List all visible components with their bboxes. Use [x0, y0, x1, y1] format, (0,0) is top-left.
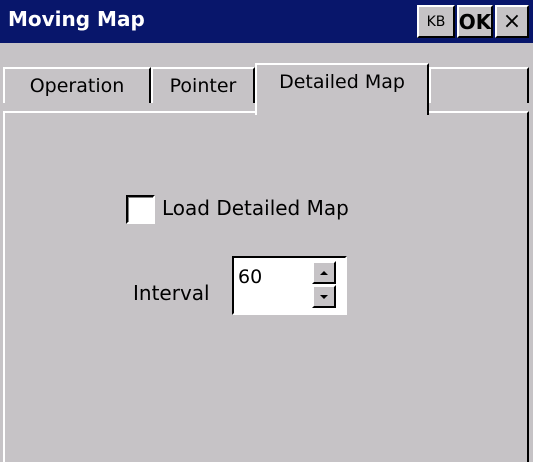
close-icon: ×: [502, 8, 522, 34]
load-detailed-map-label[interactable]: Load Detailed Map: [162, 196, 349, 220]
keyboard-button[interactable]: KB: [417, 5, 455, 38]
ok-button-label: OK: [458, 9, 492, 34]
tab-pointer-label: Pointer: [169, 75, 237, 97]
interval-stepper[interactable]: 60: [232, 256, 347, 315]
tab-detailed-map-label: Detailed Map: [279, 71, 405, 93]
interval-decrement-button[interactable]: [312, 285, 336, 308]
tab-operation-label: Operation: [29, 75, 125, 97]
tab-pointer[interactable]: Pointer: [151, 67, 255, 103]
interval-value[interactable]: 60: [238, 266, 262, 288]
tab-operation[interactable]: Operation: [3, 67, 151, 103]
spin-up-icon: [320, 270, 328, 275]
load-detailed-map-checkbox[interactable]: [126, 195, 155, 224]
ok-button[interactable]: OK: [457, 5, 493, 38]
window-title: Moving Map: [8, 7, 145, 31]
keyboard-button-label: KB: [426, 13, 446, 30]
interval-label: Interval: [133, 281, 210, 305]
close-button[interactable]: ×: [495, 5, 529, 38]
title-bar: Moving Map KB OK ×: [0, 0, 533, 43]
tab-detailed-map[interactable]: Detailed Map: [255, 63, 429, 115]
moving-map-window: Moving Map KB OK × Operation Pointer Det…: [0, 0, 533, 462]
interval-increment-button[interactable]: [312, 261, 336, 284]
tab-strip-filler: [429, 67, 529, 103]
spin-down-icon: [320, 294, 328, 299]
